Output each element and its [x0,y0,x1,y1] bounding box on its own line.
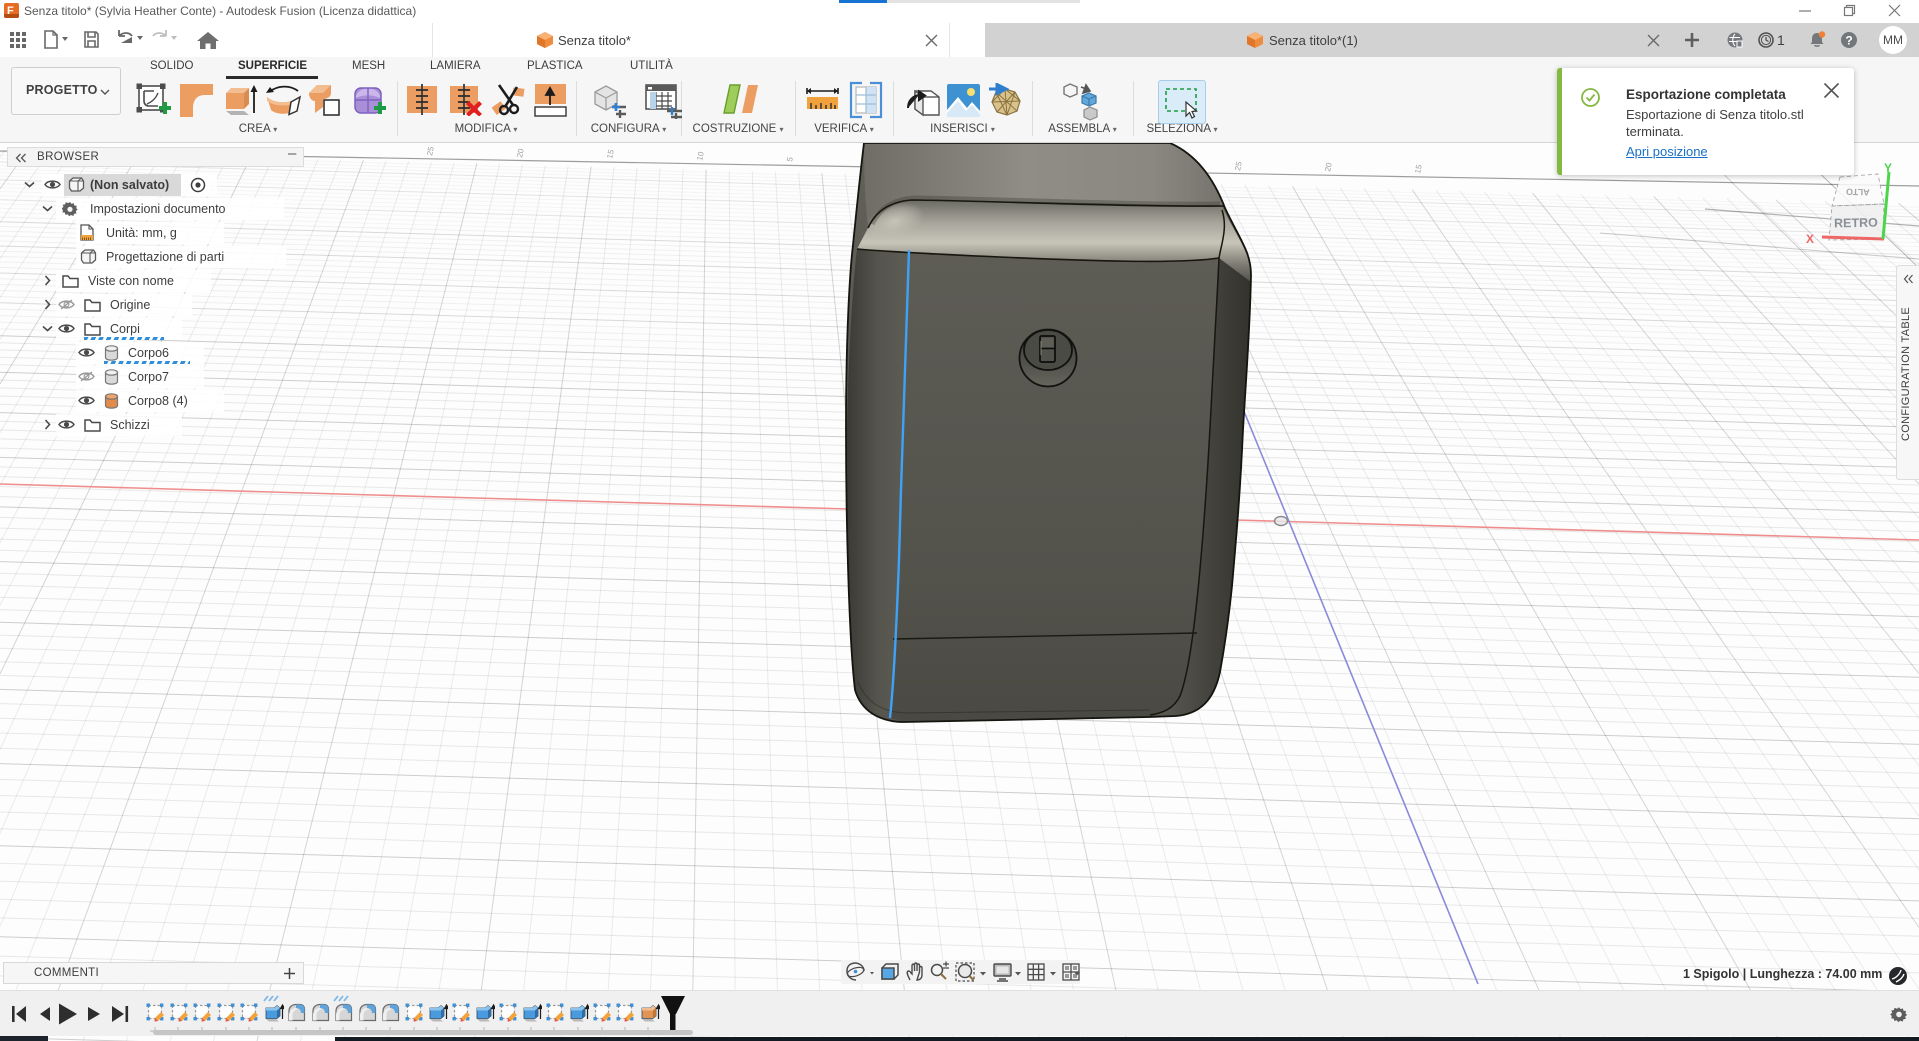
svg-text:25: 25 [1233,160,1244,171]
svg-text:15: 15 [1413,163,1424,174]
svg-text:20: 20 [1323,161,1334,172]
svg-text:25: 25 [425,145,436,156]
svg-text:RETRO: RETRO [1834,216,1878,231]
svg-text:?: ? [1845,34,1852,48]
svg-text:Y: Y [1884,161,1892,175]
svg-text:1: 1 [1777,32,1785,48]
svg-text:5: 5 [785,156,795,163]
svg-text:15: 15 [605,148,616,159]
svg-text:20: 20 [515,147,526,158]
svg-text:X: X [1806,232,1814,246]
svg-text:10: 10 [695,150,706,161]
svg-text:ALTO: ALTO [1846,187,1870,198]
